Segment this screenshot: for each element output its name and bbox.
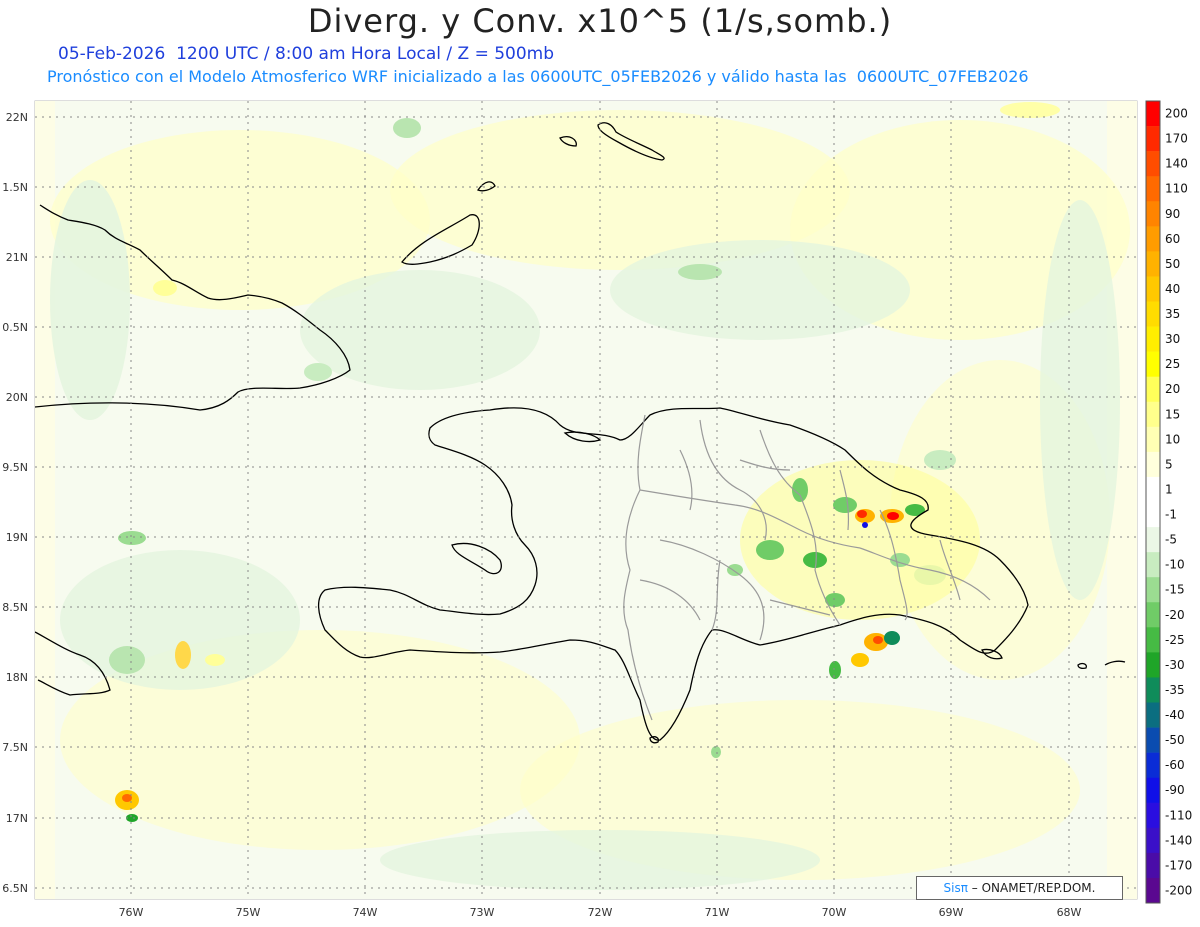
colorbar-swatch xyxy=(1146,802,1160,829)
lon-label: 75W xyxy=(236,906,261,919)
colorbar-swatch xyxy=(1146,627,1160,653)
colorbar-label: -10 xyxy=(1165,558,1185,572)
credit-brand: Sisπ xyxy=(943,881,968,895)
colorbar-swatch xyxy=(1146,702,1160,728)
lon-label: 70W xyxy=(822,906,847,919)
colorbar-label: -200 xyxy=(1165,883,1192,897)
colorbar-swatch xyxy=(1146,727,1160,753)
longitude-labels: 76W 75W 74W 73W 72W 71W 70W 69W 68W xyxy=(119,906,1082,919)
colorbar-label: 25 xyxy=(1165,357,1180,371)
colorbar-swatch xyxy=(1146,201,1160,227)
colorbar-label: -1 xyxy=(1165,508,1177,522)
colorbar-label: -60 xyxy=(1165,758,1185,772)
colorbar-label: 20 xyxy=(1165,382,1180,396)
colorbar-swatch xyxy=(1146,376,1160,403)
colorbar-swatch xyxy=(1146,126,1160,152)
lat-label: 7.5N xyxy=(2,741,28,754)
colorbar-label: 50 xyxy=(1165,257,1180,271)
colorbar-swatch xyxy=(1146,476,1160,503)
colorbar-swatch xyxy=(1146,401,1160,428)
colorbar-label: -15 xyxy=(1165,583,1185,597)
colorbar-swatch xyxy=(1146,426,1160,453)
latitude-labels: 22N 1.5N 21N 0.5N 20N 9.5N 19N 8.5N 18N … xyxy=(2,111,28,895)
colorbar-label: 170 xyxy=(1165,132,1188,146)
colorbar-label: 110 xyxy=(1165,182,1188,196)
lat-label: 20N xyxy=(6,391,28,404)
colorbar-label: 60 xyxy=(1165,232,1180,246)
colorbar-label: -25 xyxy=(1165,633,1185,647)
lon-label: 74W xyxy=(353,906,378,919)
lat-label: 9.5N xyxy=(2,461,28,474)
colorbar-swatch xyxy=(1146,852,1160,879)
colorbar-label: 5 xyxy=(1165,457,1173,471)
colorbar-label: -110 xyxy=(1165,808,1192,822)
lat-label: 6.5N xyxy=(2,882,28,895)
lat-label: 0.5N xyxy=(2,321,28,334)
colorbar-swatch xyxy=(1146,777,1160,804)
colorbar-label: 10 xyxy=(1165,432,1180,446)
colorbar-swatch xyxy=(1146,752,1160,778)
colorbar-label: 30 xyxy=(1165,332,1180,346)
colorbar-swatch xyxy=(1146,877,1160,904)
colorbar-label: 90 xyxy=(1165,207,1180,221)
colorbar-swatch xyxy=(1146,226,1160,252)
lat-label: 22N xyxy=(6,111,28,124)
colorbar-label: -90 xyxy=(1165,783,1185,797)
lon-label: 69W xyxy=(939,906,964,919)
lat-label: 19N xyxy=(6,531,28,544)
colorbar-label: -140 xyxy=(1165,833,1192,847)
colorbar-label: -30 xyxy=(1165,658,1185,672)
colorbar-swatch xyxy=(1146,552,1160,578)
colorbar-swatch xyxy=(1146,652,1160,678)
credit-text: – ONAMET/REP.DOM. xyxy=(967,881,1096,895)
lat-label: 18N xyxy=(6,671,28,684)
colorbar-swatch xyxy=(1146,451,1160,478)
lat-label: 21N xyxy=(6,251,28,264)
colorbar-label: -35 xyxy=(1165,683,1185,697)
colorbar-label: -20 xyxy=(1165,608,1185,622)
lon-label: 72W xyxy=(588,906,613,919)
colorbar-label: -5 xyxy=(1165,533,1177,547)
colorbar-label: 140 xyxy=(1165,157,1188,171)
map-figure: 22N 1.5N 21N 0.5N 20N 9.5N 19N 8.5N 18N … xyxy=(2,100,1192,919)
colorbar-swatch xyxy=(1146,176,1160,202)
colorbar-label: 35 xyxy=(1165,307,1180,321)
colorbar-label: 40 xyxy=(1165,282,1180,296)
colorbar-label: -50 xyxy=(1165,733,1185,747)
colorbar-swatch xyxy=(1146,326,1160,352)
lat-label: 8.5N xyxy=(2,601,28,614)
colorbar-label: 1 xyxy=(1165,482,1173,496)
colorbar-swatch xyxy=(1146,351,1160,377)
credit-box: Sisπ – ONAMET/REP.DOM. xyxy=(916,876,1123,900)
colorbar-swatch xyxy=(1146,602,1160,628)
lon-label: 73W xyxy=(470,906,495,919)
colorbar-label: -170 xyxy=(1165,858,1192,872)
colorbar-swatch xyxy=(1146,251,1160,277)
colorbar-label: 200 xyxy=(1165,107,1188,121)
colorbar-label: 15 xyxy=(1165,407,1180,421)
colorbar-swatch xyxy=(1146,502,1160,528)
colorbar-swatch xyxy=(1146,827,1160,854)
colorbar-swatch xyxy=(1146,301,1160,327)
lon-label: 68W xyxy=(1057,906,1082,919)
colorbar-swatch xyxy=(1146,276,1160,302)
colorbar-swatch xyxy=(1146,577,1160,603)
colorbar: 200 170 140 110 90 60 50 40 35 30 25 20 15 10 5 1 -1 -5 -1… xyxy=(1145,100,1192,904)
colorbar-swatch xyxy=(1146,151,1160,177)
lat-label: 1.5N xyxy=(2,181,28,194)
lon-label: 76W xyxy=(119,906,144,919)
colorbar-swatch xyxy=(1146,527,1160,553)
lat-label: 17N xyxy=(6,812,28,825)
divergence-field xyxy=(35,101,1137,899)
colorbar-swatch xyxy=(1146,677,1160,703)
colorbar-swatch xyxy=(1146,101,1160,127)
lon-label: 71W xyxy=(705,906,730,919)
colorbar-label: -40 xyxy=(1165,708,1185,722)
